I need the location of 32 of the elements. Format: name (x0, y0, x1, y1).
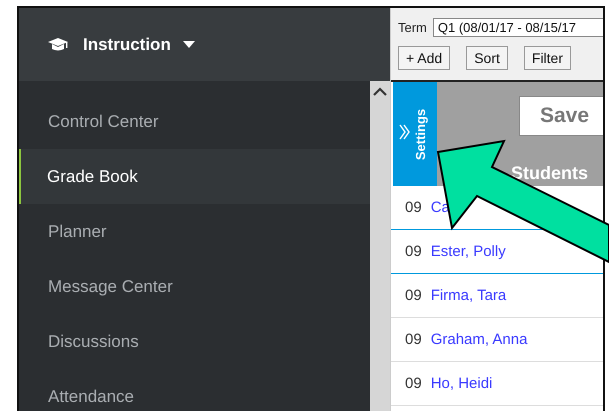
save-button[interactable]: Save (519, 96, 603, 136)
sidebar-item[interactable]: Planner (19, 204, 370, 259)
grade-cell: 09 (405, 243, 422, 260)
sidebar-item[interactable]: Attendance (19, 369, 370, 411)
grade-cell: 09 (405, 375, 422, 392)
toolbar-button[interactable]: Filter (524, 46, 572, 70)
toolbar-button[interactable]: Sort (466, 46, 508, 70)
grade-cell: 09 (405, 199, 422, 216)
term-label: Term (398, 20, 427, 35)
student-link[interactable]: Ho, Heidi (430, 375, 492, 392)
instruction-menu[interactable]: Instruction (83, 34, 195, 54)
scroll-up-icon[interactable] (373, 87, 387, 96)
settings-label: Settings (414, 108, 428, 160)
sidebar-item[interactable]: Discussions (19, 314, 370, 369)
student-row[interactable]: 09 Ho, Heidi (391, 362, 603, 406)
toolbar-button[interactable]: + Add (398, 46, 450, 70)
chevron-icon (399, 124, 411, 140)
graduation-cap-icon (47, 36, 69, 52)
student-row[interactable]: 09 Firma, Tara (391, 274, 603, 318)
sidebar-item[interactable]: Control Center (19, 94, 370, 149)
student-link[interactable]: Firma, Tara (430, 287, 506, 304)
term-select[interactable]: Q1 (08/01/17 - 08/15/17 (432, 18, 603, 37)
caret-icon (182, 41, 195, 48)
sidebar-item[interactable]: Message Center (19, 259, 370, 314)
student-row[interactable]: 09 Graham, Anna (391, 318, 603, 362)
scrollbar[interactable] (370, 81, 390, 411)
grade-cell: 09 (405, 287, 422, 304)
student-link[interactable]: Ester, Polly (430, 243, 506, 260)
column-header: Students (511, 163, 588, 184)
sidebar-item[interactable]: Grade Book (19, 149, 370, 204)
student-link[interactable]: Graham, Anna (430, 331, 528, 348)
grade-cell: 09 (405, 331, 422, 348)
